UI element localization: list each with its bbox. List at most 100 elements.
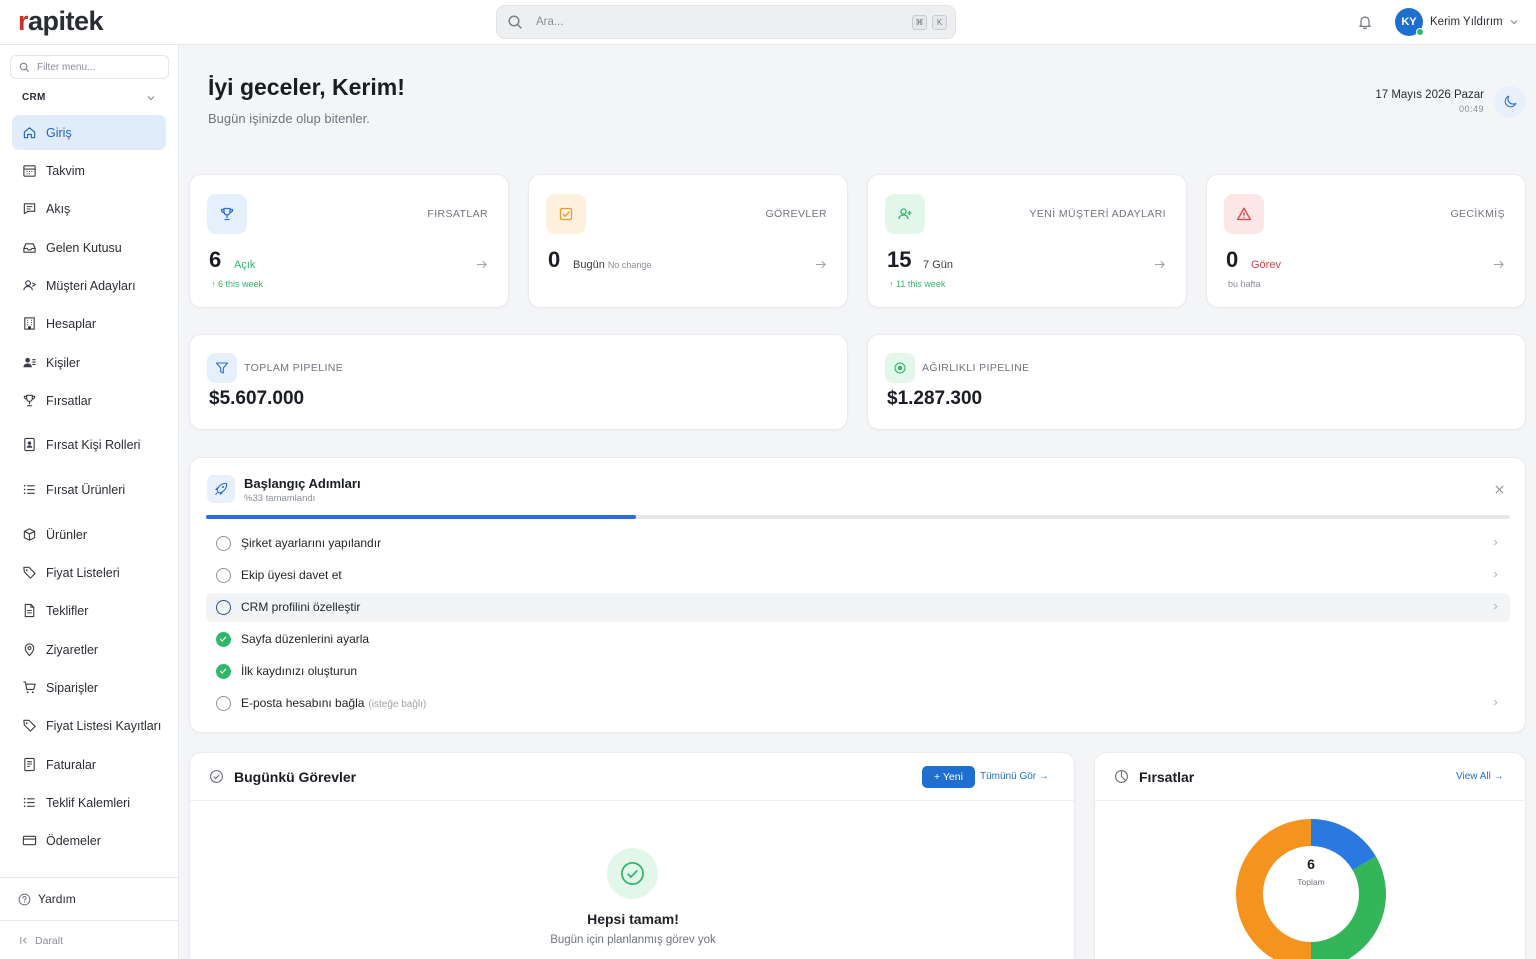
sidebar-item-teklif-kalemleri[interactable]: Teklif Kalemleri <box>12 785 166 820</box>
cart-icon <box>23 681 36 694</box>
sidebar-item-faturalar[interactable]: Faturalar <box>12 747 166 782</box>
contacts-icon <box>23 357 36 368</box>
help-icon <box>18 893 31 906</box>
donut-center-value: 6 <box>1307 856 1315 872</box>
chevron-right-icon <box>1493 571 1498 578</box>
onboarding-step[interactable]: İlk kaydınızı oluşturun <box>206 657 1510 686</box>
empty-state-subtitle: Bugün için planlanmış görev yok <box>550 934 716 946</box>
bell-icon[interactable] <box>1357 14 1373 30</box>
onboarding-step[interactable]: Ekip üyesi davet et <box>206 561 1510 590</box>
current-date: 17 Mayıs 2026 Pazar <box>1375 89 1484 101</box>
sidebar-footer: Yardım Daralt <box>0 877 178 959</box>
pin-icon <box>24 643 35 657</box>
stat-value: 6 <box>209 247 222 272</box>
stat-card-gorevler[interactable]: GÖREVLER 0 Bugün No change <box>528 174 848 308</box>
onboarding-progress-fill <box>206 515 637 519</box>
step-done-circle[interactable] <box>216 632 231 647</box>
stat-unit: 7 Gün <box>923 259 953 271</box>
avatar[interactable]: KY <box>1395 8 1424 36</box>
target-icon <box>894 362 906 374</box>
check-circle-icon <box>621 862 644 885</box>
leads-icon <box>23 280 37 291</box>
onboarding-step[interactable]: Sayfa düzenlerini ayarla <box>206 625 1510 654</box>
sidebar-item-odemeler[interactable]: Ödemeler <box>12 823 166 858</box>
badge-icon <box>24 437 35 452</box>
funnel-icon <box>215 362 229 374</box>
sidebar-item-firsat-kisi-rolleri[interactable]: Fırsat Kişi Rolleri <box>12 427 166 462</box>
arrow-right-icon[interactable] <box>814 258 827 271</box>
app-logo[interactable]: rapitek <box>18 6 104 37</box>
step-status-circle[interactable] <box>216 600 231 615</box>
sidebar-item-firsatlar[interactable]: Fırsatlar <box>12 383 166 418</box>
stat-value: 0 <box>1226 247 1239 272</box>
chevron-down-icon[interactable] <box>146 93 156 103</box>
page-title: İyi geceler, Kerim! <box>208 74 405 100</box>
panel-title: Bugünkü Görevler <box>234 769 357 785</box>
sidebar-item-kisiler[interactable]: Kişiler <box>12 345 166 380</box>
sidebar-item-fiyat-listesi-kayitlari[interactable]: Fiyat Listesi Kayıtları <box>12 708 166 743</box>
panel-title: Fırsatlar <box>1139 769 1195 785</box>
arrow-right-icon[interactable] <box>1153 258 1166 271</box>
sidebar-item-gelen-kutusu[interactable]: Gelen Kutusu <box>12 230 166 265</box>
see-all-tasks-link[interactable]: Tümünü Gör → <box>980 771 1049 782</box>
search-box[interactable]: Ara... ⌘ K <box>496 5 956 39</box>
sidebar: Filter menu... CRM Giriş Takvim Akış Gel… <box>0 45 179 959</box>
sidebar-item-takvim[interactable]: Takvim <box>12 153 166 188</box>
onboarding-title: Başlangıç Adımları <box>244 476 361 491</box>
close-icon[interactable] <box>1494 484 1505 495</box>
sidebar-item-teklifler[interactable]: Teklifler <box>12 593 166 628</box>
stat-card-firsatlar[interactable]: FIRSATLAR 6 Açık ↑ 6 this week <box>189 174 509 308</box>
step-status-circle[interactable] <box>216 696 231 711</box>
stat-card-gecikmis[interactable]: GECİKMİŞ 0 Görev bu hafta <box>1206 174 1526 308</box>
stat-label: YENİ MÜŞTERİ ADAYLARI <box>1029 208 1166 220</box>
stat-label: GECİKMİŞ <box>1450 208 1505 220</box>
stat-value: 0 <box>548 247 561 272</box>
check-icon <box>219 668 227 674</box>
sidebar-item-hesaplar[interactable]: Hesaplar <box>12 306 166 341</box>
donut-slice-2[interactable] <box>1236 819 1311 959</box>
collapse-sidebar-button[interactable]: Daralt <box>0 920 178 959</box>
chevron-right-icon <box>1493 539 1498 546</box>
new-task-button[interactable]: + Yeni <box>922 766 975 788</box>
stat-label: GÖREVLER <box>765 208 827 220</box>
trophy-icon <box>23 394 36 407</box>
sidebar-section-crm[interactable]: CRM <box>22 92 46 103</box>
stat-note: No change <box>607 260 652 270</box>
theme-toggle-button[interactable] <box>1494 86 1526 118</box>
sidebar-item-firsat-urunleri[interactable]: Fırsat Ürünleri <box>12 472 166 507</box>
sidebar-item-ziyaretler[interactable]: Ziyaretler <box>12 632 166 667</box>
check-circle-icon <box>210 770 223 783</box>
arrow-right-icon[interactable] <box>475 258 488 271</box>
sidebar-item-musteri-adaylari[interactable]: Müşteri Adayları <box>12 268 166 303</box>
card-icon <box>22 835 37 846</box>
sidebar-item-akis[interactable]: Akış <box>12 191 166 226</box>
opportunities-panel: Fırsatlar View All → 6 Toplam <box>1094 752 1526 959</box>
sidebar-item-fiyat-listeleri[interactable]: Fiyat Listeleri <box>12 555 166 590</box>
filter-menu-input[interactable]: Filter menu... <box>10 55 169 79</box>
step-done-circle[interactable] <box>216 664 231 679</box>
sidebar-item-siparisler[interactable]: Siparişler <box>12 670 166 705</box>
check-icon <box>219 636 227 642</box>
online-status-dot <box>1416 28 1424 36</box>
stat-card-yeni-musteri-adaylari[interactable]: YENİ MÜŞTERİ ADAYLARI 15 7 Gün ↑ 11 this… <box>867 174 1187 308</box>
onboarding-step[interactable]: E-posta hesabını bağla (isteğe bağlı) <box>206 689 1510 718</box>
onboarding-step[interactable]: Şirket ayarlarını yapılandır <box>206 529 1510 558</box>
step-status-circle[interactable] <box>216 536 231 551</box>
chevron-down-icon[interactable] <box>1509 17 1519 27</box>
page-subtitle: Bugün işinizde olup bitenler. <box>208 111 370 126</box>
onboarding-progress-bar <box>206 515 1510 519</box>
list-icon <box>23 797 35 808</box>
user-name[interactable]: Kerim Yıldırım <box>1430 16 1503 28</box>
sidebar-item-giris[interactable]: Giriş <box>12 115 166 150</box>
arrow-right-icon[interactable] <box>1492 258 1505 271</box>
chevron-right-icon <box>1493 603 1498 610</box>
top-bar: rapitek Ara... ⌘ K KY Kerim Yıldırım <box>0 0 1536 45</box>
stat-value: 15 <box>887 247 912 272</box>
arrow-right-icon: → <box>1038 771 1049 782</box>
sidebar-item-urunler[interactable]: Ürünler <box>12 517 166 552</box>
step-status-circle[interactable] <box>216 568 231 583</box>
onboarding-step[interactable]: CRM profilini özelleştir <box>206 593 1510 622</box>
stat-unit: Görev <box>1251 259 1281 271</box>
user-plus-icon <box>898 208 912 220</box>
view-all-opportunities-link[interactable]: View All → <box>1456 771 1504 782</box>
